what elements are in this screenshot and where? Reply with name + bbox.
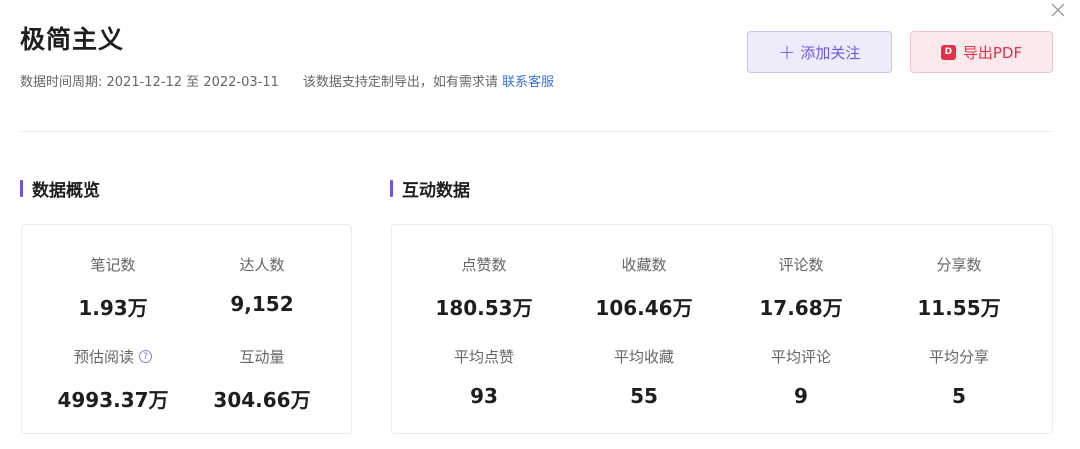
stat-label: 笔记数 — [90, 256, 136, 274]
stat-label: 收藏数 — [621, 256, 667, 274]
close-icon[interactable] — [1050, 2, 1066, 18]
stat-value: 106.46万 — [595, 296, 693, 320]
interaction-card: 点赞数 180.53万 收藏数 106.46万 评论数 17.68万 分享数 1… — [391, 224, 1053, 434]
section-marker — [390, 180, 393, 197]
stat-label: 平均收藏 — [613, 348, 674, 366]
export-note: 该数据支持定制导出，如有需求请 — [302, 75, 498, 90]
help-icon[interactable]: ? — [139, 350, 152, 363]
page-title: 极简主义 — [20, 25, 125, 54]
stat-label: 评论数 — [778, 256, 824, 274]
stat-interactions: 互动量 304.66万 — [202, 346, 322, 413]
stat-favorites: 收藏数 106.46万 — [579, 254, 709, 321]
stat-value: 9 — [794, 384, 808, 408]
stat-value: 5 — [952, 384, 966, 408]
stat-value: 304.66万 — [213, 388, 311, 412]
stat-value: 180.53万 — [435, 296, 533, 320]
stat-comments: 评论数 17.68万 — [736, 254, 866, 321]
stat-avg-likes: 平均点赞 93 — [419, 346, 549, 408]
add-follow-label: 添加关注 — [800, 43, 861, 62]
stat-label: 预估阅读 — [73, 348, 134, 366]
stat-label: 达人数 — [239, 256, 285, 274]
stat-value: 9,152 — [230, 292, 294, 316]
plus-icon: + — [778, 40, 796, 64]
overview-section-title: 数据概览 — [20, 176, 100, 201]
stat-value: 11.55万 — [917, 296, 1001, 320]
stat-notes: 笔记数 1.93万 — [53, 254, 173, 321]
stat-label: 互动量 — [239, 348, 285, 366]
data-period-line: 数据时间周期: 2021-12-12 至 2022-03-11 该数据支持定制导出… — [20, 71, 554, 90]
stat-avg-comments: 平均评论 9 — [736, 346, 866, 408]
stat-label: 分享数 — [936, 256, 982, 274]
stat-shares: 分享数 11.55万 — [894, 254, 1024, 321]
interaction-title-text: 互动数据 — [402, 181, 470, 201]
interaction-section-title: 互动数据 — [390, 176, 470, 201]
overview-card: 笔记数 1.93万 达人数 9,152 预估阅读 ? 4993.37万 互动量 … — [21, 224, 352, 434]
stat-label: 点赞数 — [461, 256, 507, 274]
stat-label-row: 预估阅读 ? — [43, 346, 183, 367]
stat-value: 93 — [470, 384, 498, 408]
add-follow-button[interactable]: + 添加关注 — [747, 31, 892, 73]
stat-label: 平均分享 — [928, 348, 989, 366]
export-pdf-label: 导出PDF — [962, 43, 1023, 62]
pdf-icon: D — [940, 44, 956, 60]
overview-title-text: 数据概览 — [32, 181, 100, 201]
stat-label: 平均点赞 — [453, 348, 514, 366]
stat-likes: 点赞数 180.53万 — [419, 254, 549, 321]
stat-value: 55 — [630, 384, 658, 408]
stat-value: 17.68万 — [759, 296, 843, 320]
stat-influencers: 达人数 9,152 — [202, 254, 322, 316]
stat-avg-shares: 平均分享 5 — [894, 346, 1024, 408]
export-pdf-button[interactable]: D 导出PDF — [910, 31, 1053, 73]
stat-avg-favorites: 平均收藏 55 — [579, 346, 709, 408]
header-divider — [20, 131, 1053, 132]
stat-label: 平均评论 — [770, 348, 831, 366]
stat-value: 1.93万 — [78, 296, 148, 320]
section-marker — [20, 180, 23, 197]
data-period: 数据时间周期: 2021-12-12 至 2022-03-11 — [20, 75, 279, 90]
stat-estimated-reads: 预估阅读 ? 4993.37万 — [43, 346, 183, 413]
contact-service-link[interactable]: 联系客服 — [502, 75, 554, 90]
stat-value: 4993.37万 — [57, 388, 169, 412]
